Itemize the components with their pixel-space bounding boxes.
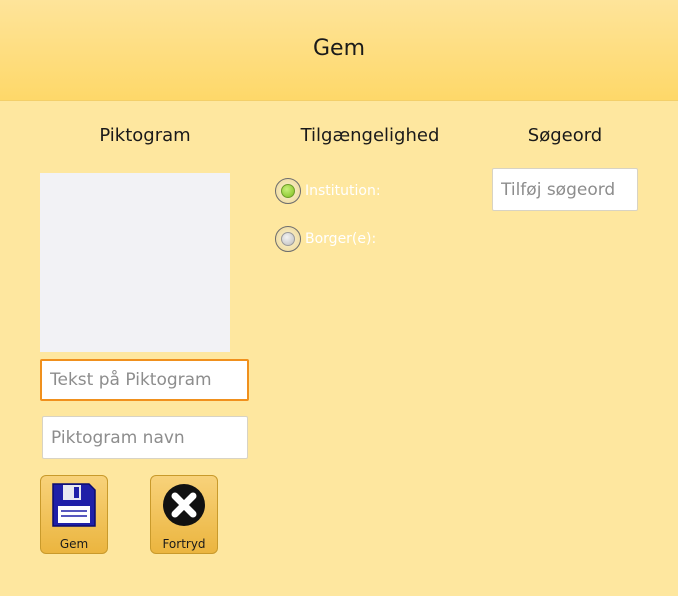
keywords-column-title: Søgeord [527,125,603,146]
page-title: Gem [312,36,365,61]
close-circle-icon [161,482,207,532]
keyword-input[interactable] [492,168,638,211]
institution-radio-label: Institution: [305,183,381,199]
citizen-radio-label: Borger(e): [305,231,377,247]
save-button-label: Gem [59,537,89,551]
availability-column-title: Tilgængelighed [300,125,440,146]
radio-unselected-indicator [281,232,295,246]
availability-option-institution[interactable]: Institution: [275,177,381,205]
pictogram-column-title: Piktogram [99,125,191,146]
floppy-disk-icon [51,482,97,532]
citizen-radio[interactable] [275,226,301,252]
pictogram-text-input[interactable] [40,359,249,401]
availability-option-citizen[interactable]: Borger(e): [275,225,376,253]
app-header: Gem [0,0,678,100]
institution-radio[interactable] [275,178,301,204]
pictogram-canvas[interactable] [40,173,230,352]
save-button[interactable]: Gem [40,475,108,554]
cancel-button-label: Fortryd [162,537,206,551]
pictogram-name-input[interactable] [42,416,248,459]
cancel-button[interactable]: Fortryd [150,475,218,554]
radio-selected-indicator [281,184,295,198]
